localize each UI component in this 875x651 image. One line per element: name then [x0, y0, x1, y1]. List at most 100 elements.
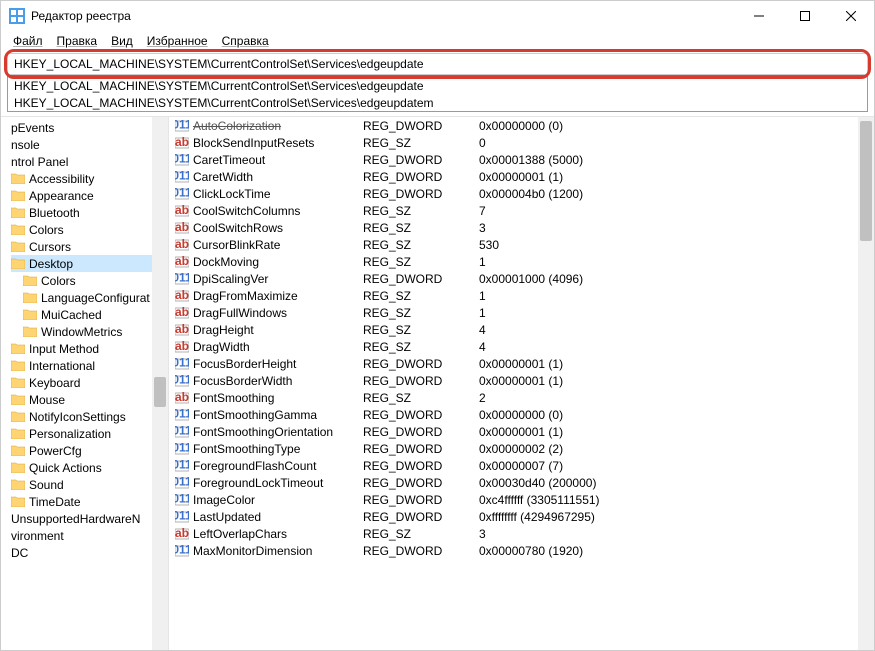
- suggestion-item[interactable]: HKEY_LOCAL_MACHINE\SYSTEM\CurrentControl…: [8, 94, 867, 111]
- tree-node[interactable]: Quick Actions: [11, 459, 166, 476]
- value-name: LastUpdated: [193, 510, 363, 524]
- value-row[interactable]: ForegroundFlashCountREG_DWORD0x00000007 …: [175, 457, 874, 474]
- folder-icon: [11, 343, 25, 354]
- value-name: ForegroundFlashCount: [193, 459, 363, 473]
- tree-node[interactable]: Bluetooth: [11, 204, 166, 221]
- value-type: REG_DWORD: [363, 425, 479, 439]
- tree-node[interactable]: NotifyIconSettings: [11, 408, 166, 425]
- value-name: DragHeight: [193, 323, 363, 337]
- value-data: 0x00000001 (1): [479, 425, 874, 439]
- value-name: FocusBorderWidth: [193, 374, 363, 388]
- menu-edit[interactable]: Правка: [51, 32, 104, 50]
- folder-icon: [11, 377, 25, 388]
- value-row[interactable]: DragHeightREG_SZ4: [175, 321, 874, 338]
- value-row[interactable]: CaretTimeoutREG_DWORD0x00001388 (5000): [175, 151, 874, 168]
- tree-node-label: Colors: [29, 223, 64, 237]
- tree-node[interactable]: vironment: [11, 527, 166, 544]
- tree-node-label: Sound: [29, 478, 64, 492]
- menu-help[interactable]: Справка: [216, 32, 275, 50]
- value-row[interactable]: FontSmoothingGammaREG_DWORD0x00000000 (0…: [175, 406, 874, 423]
- value-row[interactable]: DpiScalingVerREG_DWORD0x00001000 (4096): [175, 270, 874, 287]
- menu-file[interactable]: Файл: [7, 32, 49, 50]
- tree-node[interactable]: Mouse: [11, 391, 166, 408]
- tree-node[interactable]: pEvents: [11, 119, 166, 136]
- tree-node[interactable]: MuiCached: [11, 306, 166, 323]
- tree-node[interactable]: Sound: [11, 476, 166, 493]
- tree-node[interactable]: Colors: [11, 221, 166, 238]
- value-row[interactable]: CoolSwitchRowsREG_SZ3: [175, 219, 874, 236]
- tree-node[interactable]: WindowMetrics: [11, 323, 166, 340]
- value-type: REG_DWORD: [363, 408, 479, 422]
- menu-favorites[interactable]: Избранное: [141, 32, 214, 50]
- address-suggestions: HKEY_LOCAL_MACHINE\SYSTEM\CurrentControl…: [7, 75, 868, 112]
- folder-icon: [11, 241, 25, 252]
- value-row[interactable]: LeftOverlapCharsREG_SZ3: [175, 525, 874, 542]
- tree-node[interactable]: Accessibility: [11, 170, 166, 187]
- dword-value-icon: [175, 459, 193, 473]
- folder-icon: [11, 411, 25, 422]
- tree-node[interactable]: Colors: [11, 272, 166, 289]
- value-row[interactable]: CursorBlinkRateREG_SZ530: [175, 236, 874, 253]
- tree-node[interactable]: International: [11, 357, 166, 374]
- value-name: FontSmoothing: [193, 391, 363, 405]
- value-row[interactable]: MaxMonitorDimensionREG_DWORD0x00000780 (…: [175, 542, 874, 559]
- value-row[interactable]: DragFullWindowsREG_SZ1: [175, 304, 874, 321]
- minimize-button[interactable]: [736, 1, 782, 31]
- value-type: REG_SZ: [363, 204, 479, 218]
- tree-node[interactable]: nsole: [11, 136, 166, 153]
- value-row[interactable]: FocusBorderWidthREG_DWORD0x00000001 (1): [175, 372, 874, 389]
- tree-node[interactable]: Keyboard: [11, 374, 166, 391]
- value-name: DockMoving: [193, 255, 363, 269]
- list-scrollbar[interactable]: [858, 117, 874, 650]
- tree-node[interactable]: Cursors: [11, 238, 166, 255]
- value-row[interactable]: LastUpdatedREG_DWORD0xffffffff (42949672…: [175, 508, 874, 525]
- tree-node[interactable]: PowerCfg: [11, 442, 166, 459]
- value-row[interactable]: AutoColorizationREG_DWORD0x00000000 (0): [175, 117, 874, 134]
- value-row[interactable]: ImageColorREG_DWORD0xc4ffffff (330511155…: [175, 491, 874, 508]
- values-pane[interactable]: AutoColorizationREG_DWORD0x00000000 (0)B…: [169, 117, 874, 650]
- menu-view[interactable]: Вид: [105, 32, 139, 50]
- tree-node[interactable]: Input Method: [11, 340, 166, 357]
- value-data: 530: [479, 238, 874, 252]
- titlebar[interactable]: Редактор реестра: [1, 1, 874, 31]
- value-row[interactable]: DragFromMaximizeREG_SZ1: [175, 287, 874, 304]
- value-row[interactable]: CoolSwitchColumnsREG_SZ7: [175, 202, 874, 219]
- menubar: Файл Правка Вид Избранное Справка: [1, 31, 874, 51]
- tree-node-label: Bluetooth: [29, 206, 80, 220]
- value-name: ForegroundLockTimeout: [193, 476, 363, 490]
- tree-scrollbar[interactable]: [152, 117, 168, 650]
- tree-node[interactable]: Personalization: [11, 425, 166, 442]
- value-data: 0x00001000 (4096): [479, 272, 874, 286]
- address-input[interactable]: [8, 54, 867, 74]
- tree-node[interactable]: TimeDate: [11, 493, 166, 510]
- tree-node[interactable]: UnsupportedHardwareN: [11, 510, 166, 527]
- value-row[interactable]: ForegroundLockTimeoutREG_DWORD0x00030d40…: [175, 474, 874, 491]
- value-row[interactable]: FontSmoothingOrientationREG_DWORD0x00000…: [175, 423, 874, 440]
- tree-node[interactable]: DC: [11, 544, 166, 561]
- close-button[interactable]: [828, 1, 874, 31]
- folder-icon: [23, 275, 37, 286]
- value-name: ImageColor: [193, 493, 363, 507]
- value-row[interactable]: DragWidthREG_SZ4: [175, 338, 874, 355]
- suggestion-item[interactable]: HKEY_LOCAL_MACHINE\SYSTEM\CurrentControl…: [8, 77, 867, 94]
- value-row[interactable]: DockMovingREG_SZ1: [175, 253, 874, 270]
- tree-pane[interactable]: pEventsnsolentrol PanelAccessibilityAppe…: [1, 117, 169, 650]
- value-data: 0xc4ffffff (3305111551): [479, 493, 874, 507]
- value-data: 4: [479, 340, 874, 354]
- value-type: REG_DWORD: [363, 493, 479, 507]
- tree-node[interactable]: LanguageConfigurat: [11, 289, 166, 306]
- value-row[interactable]: FontSmoothingREG_SZ2: [175, 389, 874, 406]
- value-row[interactable]: BlockSendInputResetsREG_SZ0: [175, 134, 874, 151]
- value-type: REG_SZ: [363, 323, 479, 337]
- tree-node[interactable]: Appearance: [11, 187, 166, 204]
- value-row[interactable]: CaretWidthREG_DWORD0x00000001 (1): [175, 168, 874, 185]
- value-row[interactable]: FocusBorderHeightREG_DWORD0x00000001 (1): [175, 355, 874, 372]
- tree-node[interactable]: ntrol Panel: [11, 153, 166, 170]
- value-name: ClickLockTime: [193, 187, 363, 201]
- value-row[interactable]: ClickLockTimeREG_DWORD0x000004b0 (1200): [175, 185, 874, 202]
- dword-value-icon: [175, 187, 193, 201]
- value-data: 0x000004b0 (1200): [479, 187, 874, 201]
- tree-node[interactable]: Desktop: [11, 255, 166, 272]
- maximize-button[interactable]: [782, 1, 828, 31]
- value-row[interactable]: FontSmoothingTypeREG_DWORD0x00000002 (2): [175, 440, 874, 457]
